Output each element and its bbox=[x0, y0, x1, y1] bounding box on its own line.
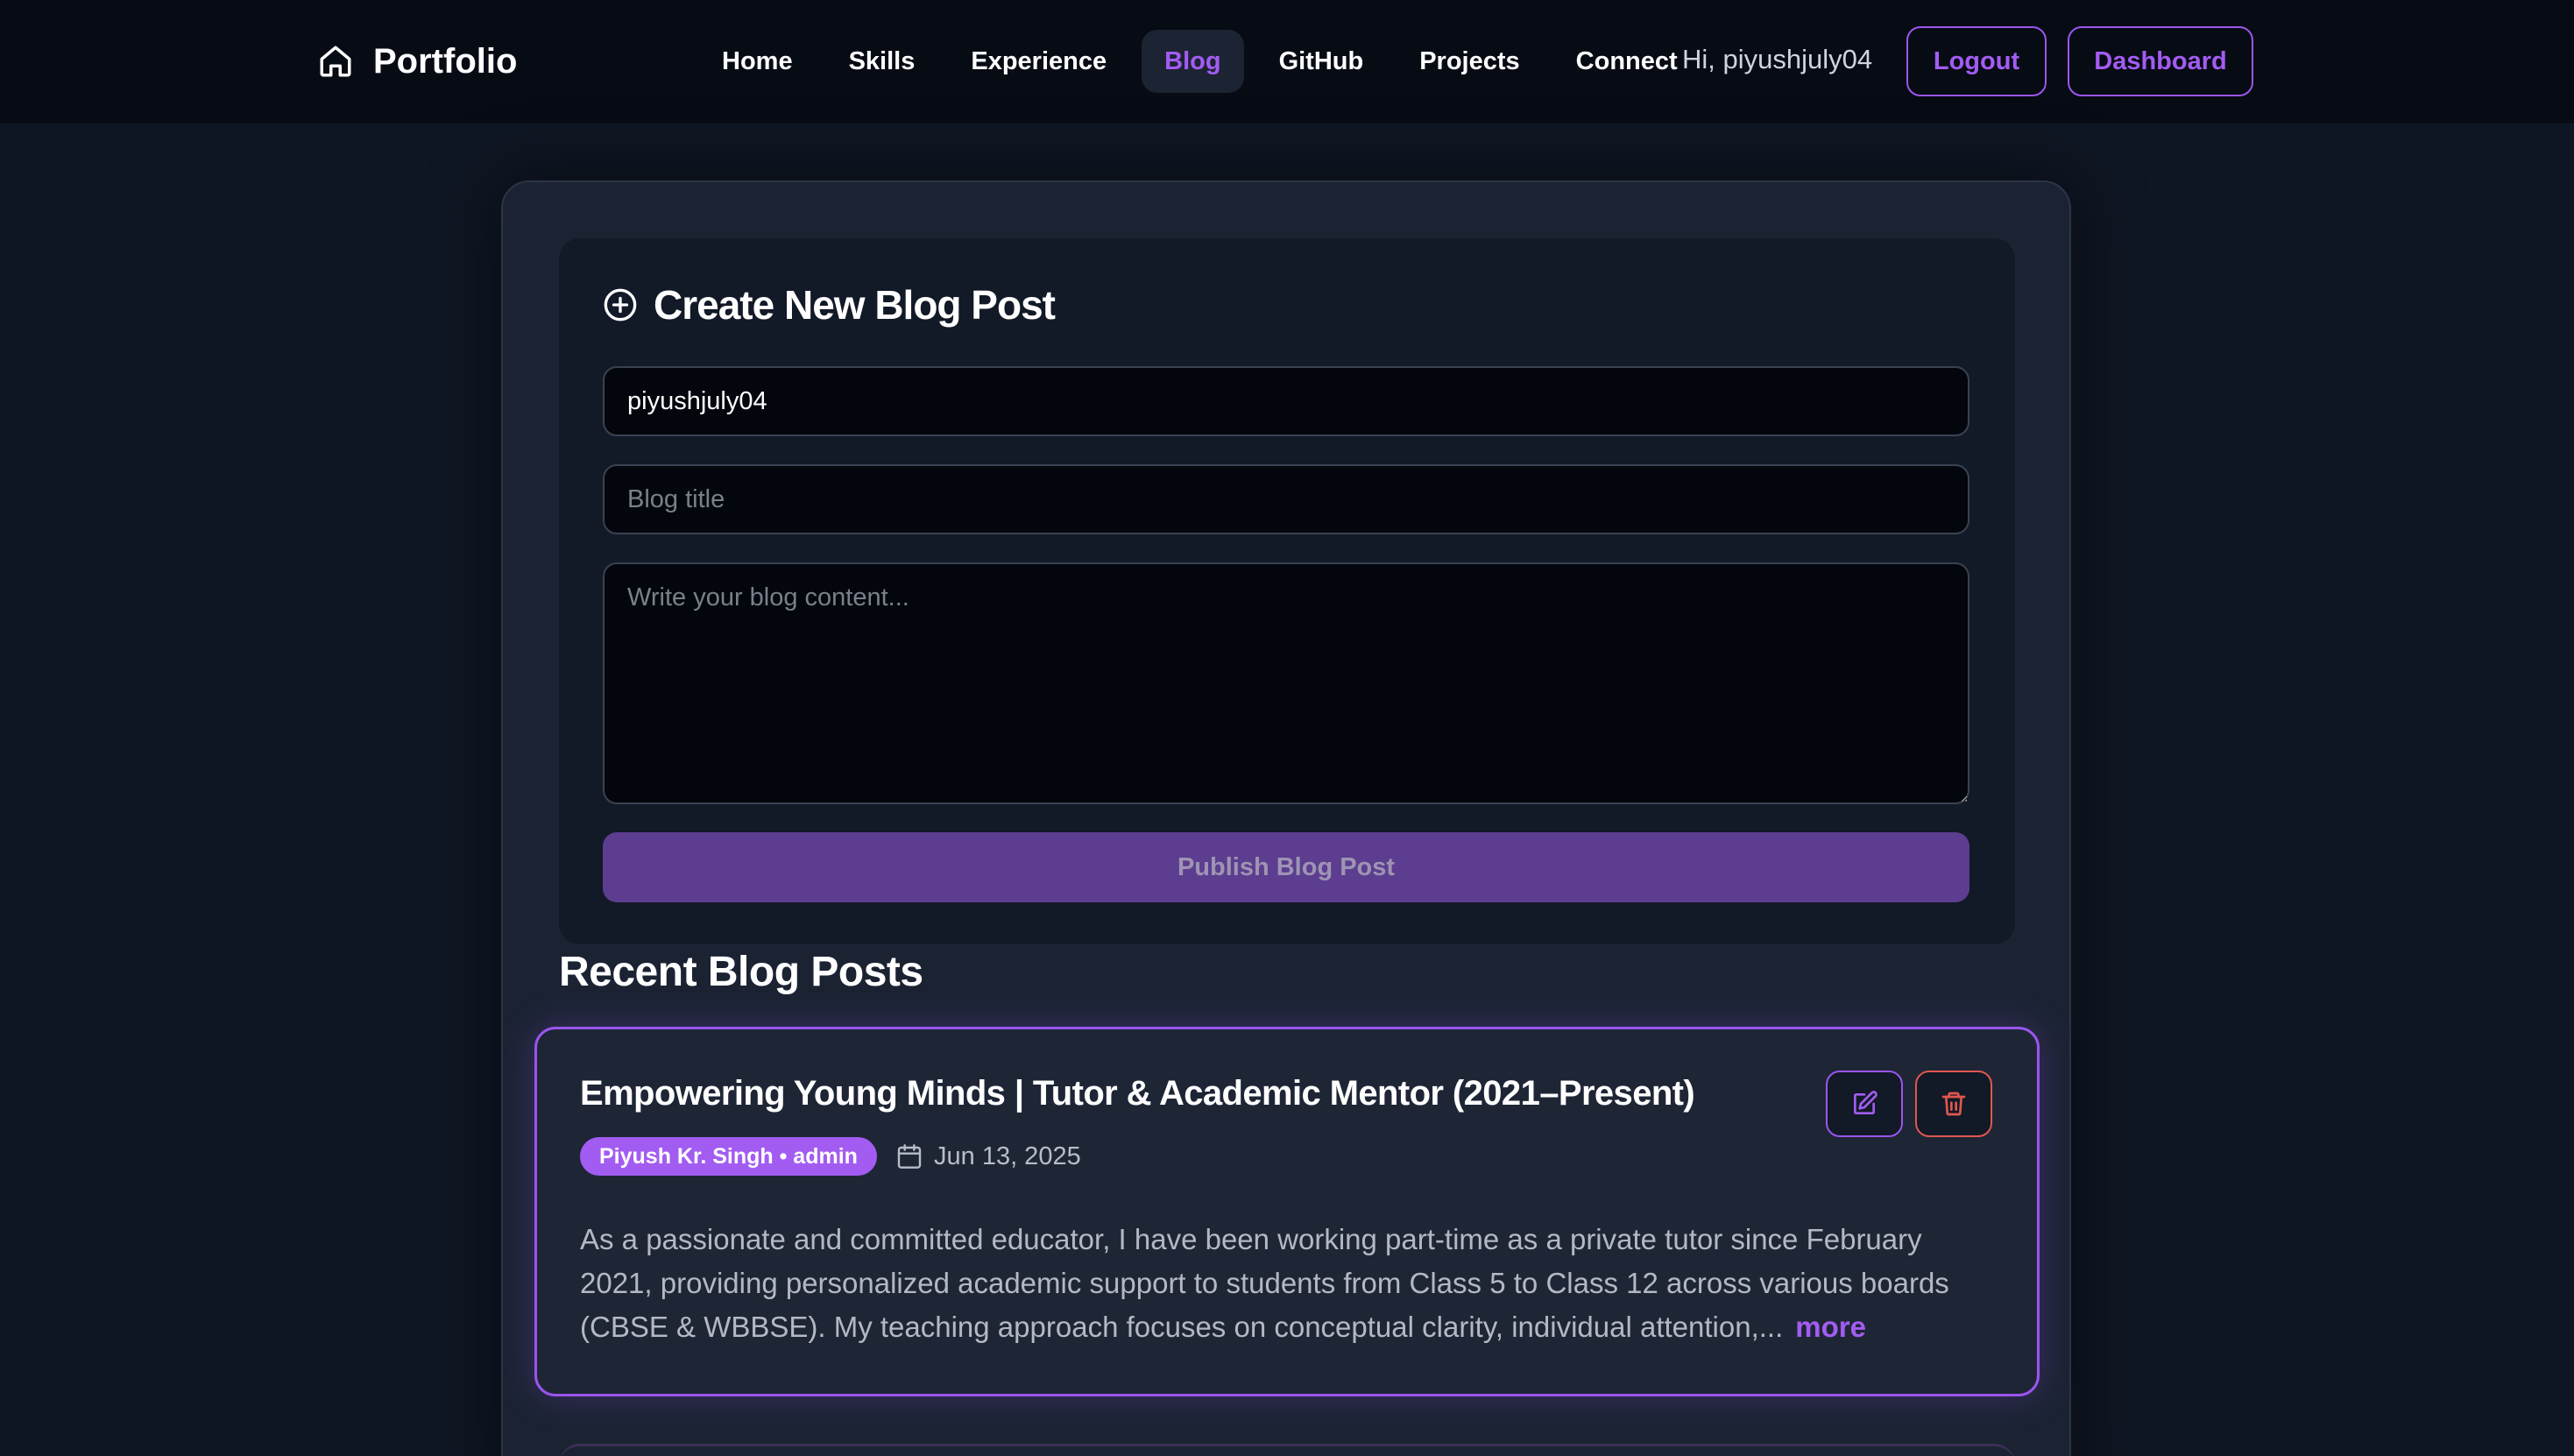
create-post-title: Create New Blog Post bbox=[654, 282, 1056, 328]
calendar-icon bbox=[897, 1144, 922, 1169]
edit-icon bbox=[1854, 1091, 1877, 1114]
brand-link[interactable]: Portfolio bbox=[317, 35, 517, 88]
brand-name: Portfolio bbox=[373, 41, 518, 81]
nav-link-connect[interactable]: Connect bbox=[1555, 30, 1699, 93]
delete-post-button[interactable] bbox=[1915, 1071, 1992, 1137]
nav-link-home[interactable]: Home bbox=[701, 30, 814, 93]
navbar: Portfolio Home Skills Experience Blog Gi… bbox=[0, 0, 2574, 124]
blog-content-textarea[interactable] bbox=[603, 562, 1969, 804]
nav-link-projects[interactable]: Projects bbox=[1398, 30, 1540, 93]
dashboard-button[interactable]: Dashboard bbox=[2068, 26, 2253, 96]
post-excerpt-text: As a passionate and committed educator, … bbox=[580, 1223, 1949, 1343]
nav-link-blog[interactable]: Blog bbox=[1142, 30, 1244, 93]
post-excerpt: As a passionate and committed educator, … bbox=[580, 1218, 1982, 1349]
post-date: Jun 13, 2025 bbox=[895, 1137, 1081, 1176]
publish-button[interactable]: Publish Blog Post bbox=[603, 832, 1969, 902]
blog-title-input[interactable] bbox=[603, 464, 1969, 534]
plus-circle-icon bbox=[604, 288, 637, 322]
nav-links: Home Skills Experience Blog GitHub Proje… bbox=[701, 30, 1713, 93]
next-post-card[interactable] bbox=[559, 1444, 2015, 1456]
recent-posts-heading: Recent Blog Posts bbox=[559, 949, 923, 995]
edit-post-button[interactable] bbox=[1826, 1071, 1903, 1137]
nav-link-github[interactable]: GitHub bbox=[1258, 30, 1385, 93]
nav-link-experience[interactable]: Experience bbox=[950, 30, 1128, 93]
post-date-text: Jun 13, 2025 bbox=[934, 1141, 1081, 1170]
read-more-link[interactable]: more bbox=[1795, 1311, 1866, 1343]
author-badge: Piyush Kr. Singh • admin bbox=[580, 1137, 877, 1176]
create-post-header: Create New Blog Post bbox=[603, 277, 1056, 333]
nav-link-skills[interactable]: Skills bbox=[828, 30, 937, 93]
post-title[interactable]: Empowering Young Minds | Tutor & Academi… bbox=[580, 1074, 1695, 1113]
logout-button[interactable]: Logout bbox=[1906, 26, 2047, 96]
author-field[interactable] bbox=[603, 366, 1969, 436]
trash-icon bbox=[1941, 1092, 1966, 1116]
user-greeting: Hi, piyushjuly04 bbox=[1682, 44, 1873, 74]
home-icon bbox=[320, 46, 351, 77]
